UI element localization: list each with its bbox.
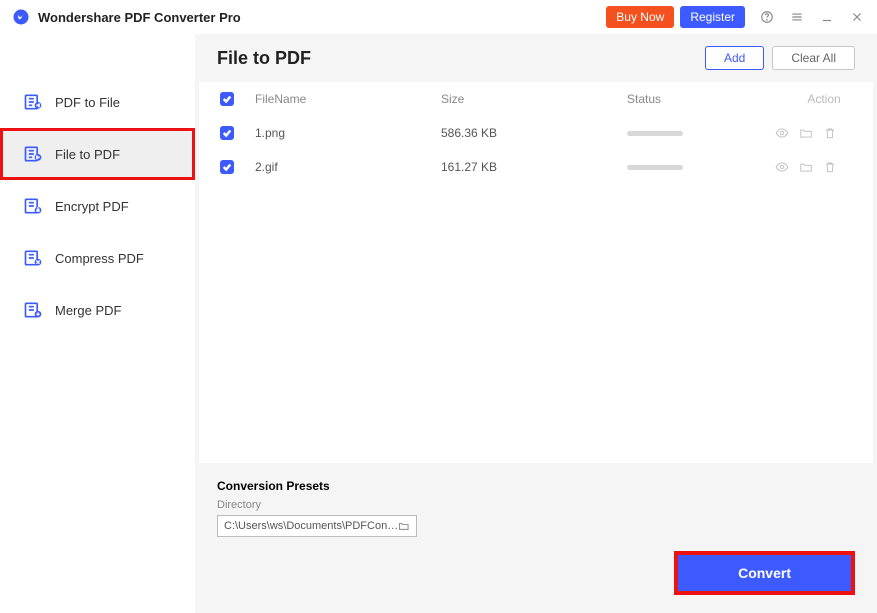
sidebar-item-label: Compress PDF: [55, 251, 144, 266]
help-icon[interactable]: [759, 9, 775, 25]
sidebar-item-pdf-to-file[interactable]: PDF to File: [0, 76, 195, 128]
header-filename: FileName: [255, 92, 441, 106]
sidebar: PDF to File File to PDF Encrypt PDF Comp…: [0, 34, 195, 613]
directory-input[interactable]: C:\Users\ws\Documents\PDFConvert: [217, 515, 417, 537]
table-row: 2.gif 161.27 KB: [199, 150, 873, 184]
directory-label: Directory: [217, 499, 855, 511]
page-title: File to PDF: [217, 48, 697, 69]
titlebar: Wondershare PDF Converter Pro Buy Now Re…: [0, 0, 877, 34]
minimize-icon[interactable]: [819, 9, 835, 25]
row-checkbox[interactable]: [220, 160, 234, 174]
pdf-to-file-icon: [23, 92, 43, 112]
delete-icon[interactable]: [823, 126, 837, 140]
preview-icon[interactable]: [775, 160, 789, 174]
compress-pdf-icon: [23, 248, 43, 268]
app-title: Wondershare PDF Converter Pro: [38, 10, 600, 25]
sidebar-item-encrypt-pdf[interactable]: Encrypt PDF: [0, 180, 195, 232]
row-checkbox[interactable]: [220, 126, 234, 140]
sidebar-item-label: File to PDF: [55, 147, 120, 162]
directory-value: C:\Users\ws\Documents\PDFConvert: [224, 520, 398, 532]
file-to-pdf-icon: [23, 144, 43, 164]
table-row: 1.png 586.36 KB: [199, 116, 873, 150]
header-status: Status: [627, 92, 775, 106]
file-table: FileName Size Status Action 1.png 586.36…: [199, 82, 873, 463]
table-header: FileName Size Status Action: [199, 82, 873, 116]
clear-all-button[interactable]: Clear All: [772, 46, 855, 70]
browse-folder-icon[interactable]: [398, 520, 410, 532]
delete-icon[interactable]: [823, 160, 837, 174]
sidebar-item-merge-pdf[interactable]: Merge PDF: [0, 284, 195, 336]
close-icon[interactable]: [849, 9, 865, 25]
select-all-checkbox[interactable]: [220, 92, 234, 106]
app-logo-icon: [12, 8, 30, 26]
cell-size: 586.36 KB: [441, 126, 627, 140]
cell-filename: 2.gif: [255, 160, 441, 174]
sidebar-item-file-to-pdf[interactable]: File to PDF: [0, 128, 195, 180]
folder-icon[interactable]: [799, 160, 813, 174]
folder-icon[interactable]: [799, 126, 813, 140]
status-progress: [627, 131, 683, 136]
menu-icon[interactable]: [789, 9, 805, 25]
header-action: Action: [807, 92, 840, 106]
presets-title: Conversion Presets: [217, 479, 855, 493]
buy-now-button[interactable]: Buy Now: [606, 6, 674, 28]
sidebar-item-label: Encrypt PDF: [55, 199, 129, 214]
cell-size: 161.27 KB: [441, 160, 627, 174]
preview-icon[interactable]: [775, 126, 789, 140]
add-button[interactable]: Add: [705, 46, 764, 70]
convert-button[interactable]: Convert: [674, 551, 855, 595]
sidebar-item-label: Merge PDF: [55, 303, 121, 318]
merge-pdf-icon: [23, 300, 43, 320]
encrypt-pdf-icon: [23, 196, 43, 216]
sidebar-item-compress-pdf[interactable]: Compress PDF: [0, 232, 195, 284]
cell-filename: 1.png: [255, 126, 441, 140]
register-button[interactable]: Register: [680, 6, 745, 28]
header-size: Size: [441, 92, 627, 106]
status-progress: [627, 165, 683, 170]
sidebar-item-label: PDF to File: [55, 95, 120, 110]
